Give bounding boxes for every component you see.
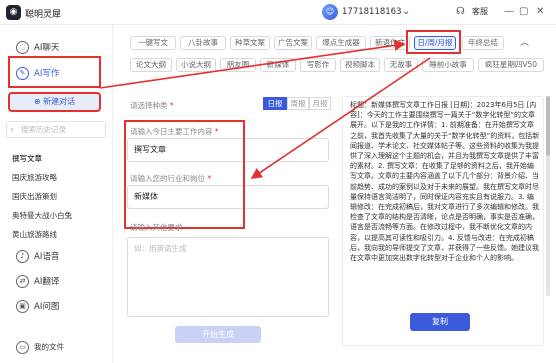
highlight-box-form bbox=[124, 120, 245, 229]
close-icon[interactable]: ✕ bbox=[536, 6, 544, 17]
voice-icon: ♪ bbox=[16, 250, 29, 263]
list-item[interactable]: 撰写文章 bbox=[12, 153, 42, 164]
option-monthly[interactable]: 月报 bbox=[309, 97, 331, 110]
list-item[interactable]: 国庆旅游攻略 bbox=[12, 172, 57, 183]
sidebar-item-label: AI问图 bbox=[34, 302, 60, 312]
list-item[interactable]: 黄山旅游路线 bbox=[12, 229, 57, 240]
new-chat-button[interactable]: ⊕ 新建对话 bbox=[8, 92, 101, 112]
generate-button[interactable]: 开始生成 bbox=[175, 326, 261, 343]
app-logo: ◉ bbox=[6, 5, 21, 20]
template-chip[interactable]: 论文大纲 bbox=[130, 58, 172, 72]
template-chip[interactable]: 一键写文 bbox=[130, 36, 176, 50]
new-chat-label: 新建对话 bbox=[43, 97, 76, 106]
template-chip[interactable]: 疯狂星期四V50 bbox=[478, 58, 544, 72]
highlight-box-write bbox=[8, 56, 101, 88]
customer-service-label[interactable]: 客服 bbox=[472, 6, 488, 17]
list-item[interactable]: 国庆出游策划 bbox=[12, 191, 57, 202]
template-chip[interactable]: 小说大纲 bbox=[176, 58, 216, 72]
chevron-down-icon[interactable]: ⌄ bbox=[402, 6, 410, 17]
search-placeholder: 搜索历史记录 bbox=[21, 125, 66, 134]
app-name: 聪明灵犀 bbox=[25, 10, 62, 20]
template-chip[interactable]: 新语作文 bbox=[370, 36, 410, 50]
folder-icon: ▭ bbox=[16, 341, 29, 354]
sidebar-item-voice[interactable]: ♪ AI语音 bbox=[16, 250, 59, 263]
template-chip[interactable]: 写影作 bbox=[300, 58, 336, 72]
sidebar-item-files[interactable]: ▭ 我的文件 bbox=[16, 341, 64, 354]
template-chip[interactable]: 广告文案 bbox=[274, 36, 312, 50]
scrollbar-thumb[interactable] bbox=[546, 96, 550, 156]
copy-button[interactable]: 复制 bbox=[410, 313, 470, 331]
search-input[interactable]: ⌕ 搜索历史记录 bbox=[6, 121, 106, 138]
type-label-text: 请选择种类 bbox=[130, 101, 168, 110]
sidebar-item-label: 我的文件 bbox=[34, 342, 64, 352]
template-chip[interactable]: 睡前小故事 bbox=[422, 58, 474, 72]
template-chip[interactable]: 视频脚本 bbox=[340, 58, 380, 72]
template-chip[interactable]: 八卦故事 bbox=[180, 36, 226, 50]
sidebar-item-chat[interactable]: ◌ AI聊天 bbox=[16, 41, 59, 54]
image-icon: ▣ bbox=[16, 300, 29, 313]
option-weekly[interactable]: 周报 bbox=[287, 97, 309, 110]
user-phone: 17718118163 bbox=[342, 7, 402, 17]
top-bar: ◉ 聪明灵犀 ☺ 17718118163 ⌄ ☊ 客服 — ▢ ✕ bbox=[0, 0, 556, 25]
highlight-box-report bbox=[406, 30, 461, 54]
translate-icon: ⇄ bbox=[16, 275, 29, 288]
minimize-icon[interactable]: — bbox=[504, 6, 514, 17]
chat-icon: ◌ bbox=[16, 41, 29, 54]
template-chip[interactable]: 年终总结 bbox=[462, 36, 504, 50]
headset-icon[interactable]: ☊ bbox=[456, 6, 465, 17]
sidebar-item-label: AI语音 bbox=[34, 252, 60, 262]
chevron-up-icon[interactable]: ︿ bbox=[520, 35, 529, 48]
template-chip[interactable]: 无故事 bbox=[384, 58, 418, 72]
option-daily[interactable]: 日报 bbox=[263, 97, 287, 110]
template-chip[interactable]: 朋友圈 bbox=[220, 58, 256, 72]
output-text: 标题：新媒体撰写文章工作日报 [日期]：2023年6月5日 [内容]：今天的工作… bbox=[350, 101, 540, 263]
template-chip[interactable]: 爆点生成器 bbox=[316, 36, 366, 50]
template-chip[interactable]: 新媒体 bbox=[260, 58, 296, 72]
template-chip[interactable]: 种草文案 bbox=[230, 36, 270, 50]
sidebar-item-label: AI翻译 bbox=[34, 277, 60, 287]
maximize-icon[interactable]: ▢ bbox=[519, 6, 528, 17]
type-label: 请选择种类 * bbox=[130, 101, 174, 110]
sidebar-item-image-qa[interactable]: ▣ AI问图 bbox=[16, 300, 59, 313]
sidebar-item-translate[interactable]: ⇄ AI翻译 bbox=[16, 275, 59, 288]
sidebar-item-label: AI聊天 bbox=[34, 43, 60, 53]
requirements-textarea[interactable]: 如：用英语生成 bbox=[127, 237, 329, 317]
avatar[interactable]: ☺ bbox=[322, 4, 338, 20]
list-item[interactable]: 奥特曼大战小白兔 bbox=[12, 210, 72, 221]
other-label: 请输入其他要求 bbox=[130, 223, 183, 232]
search-icon: ⌕ bbox=[10, 125, 15, 134]
